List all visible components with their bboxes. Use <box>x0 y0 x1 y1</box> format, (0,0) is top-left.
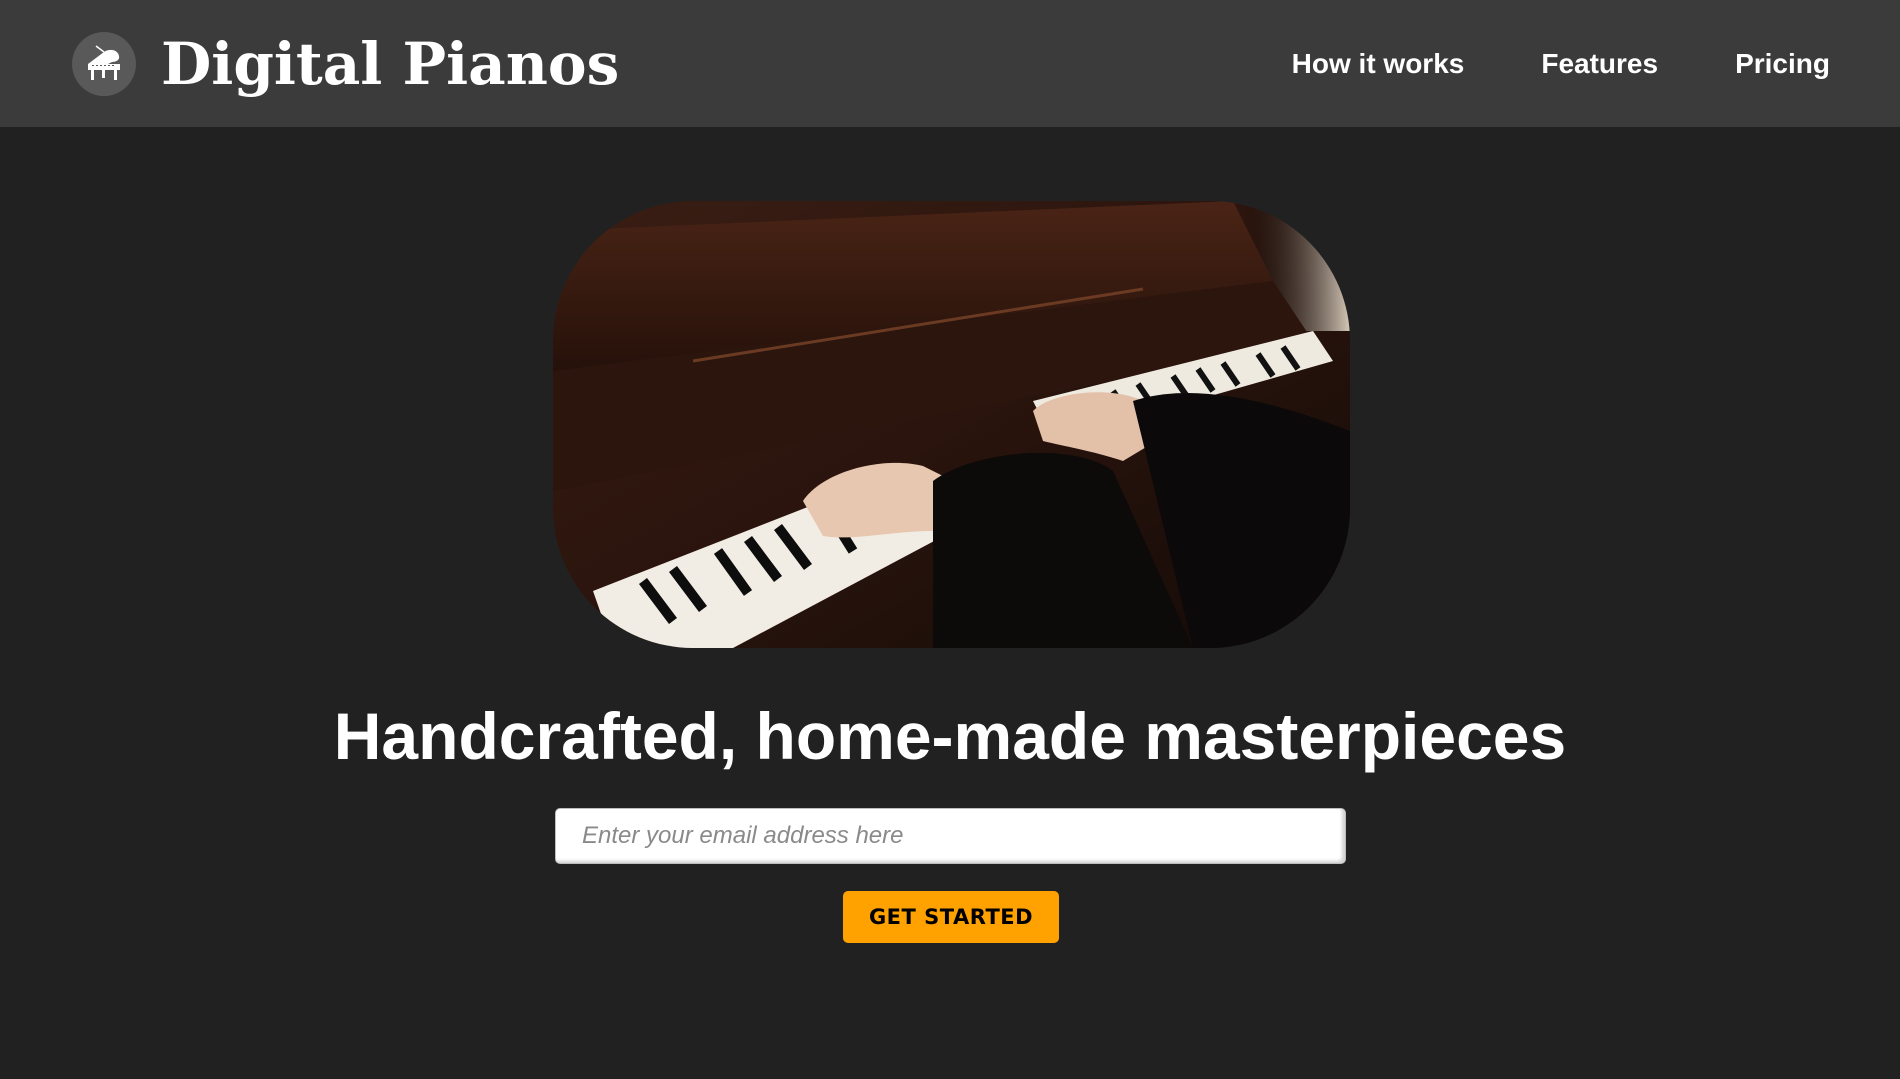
hero-piano-image <box>553 201 1350 648</box>
brand-logo[interactable]: Digital Pianos <box>72 32 619 96</box>
main-nav: How it works Features Pricing <box>1215 44 1830 84</box>
get-started-button[interactable]: GET STARTED <box>843 891 1059 943</box>
nav-how-it-works[interactable]: How it works <box>1292 44 1465 84</box>
hero-headline: Handcrafted, home-made masterpieces <box>333 699 1567 773</box>
brand-name: Digital Pianos <box>161 30 620 98</box>
email-input[interactable] <box>555 808 1346 864</box>
site-header: Digital Pianos How it works Features Pri… <box>0 0 1900 127</box>
nav-pricing[interactable]: Pricing <box>1735 44 1830 84</box>
grand-piano-icon <box>72 32 136 96</box>
nav-features[interactable]: Features <box>1541 44 1658 84</box>
